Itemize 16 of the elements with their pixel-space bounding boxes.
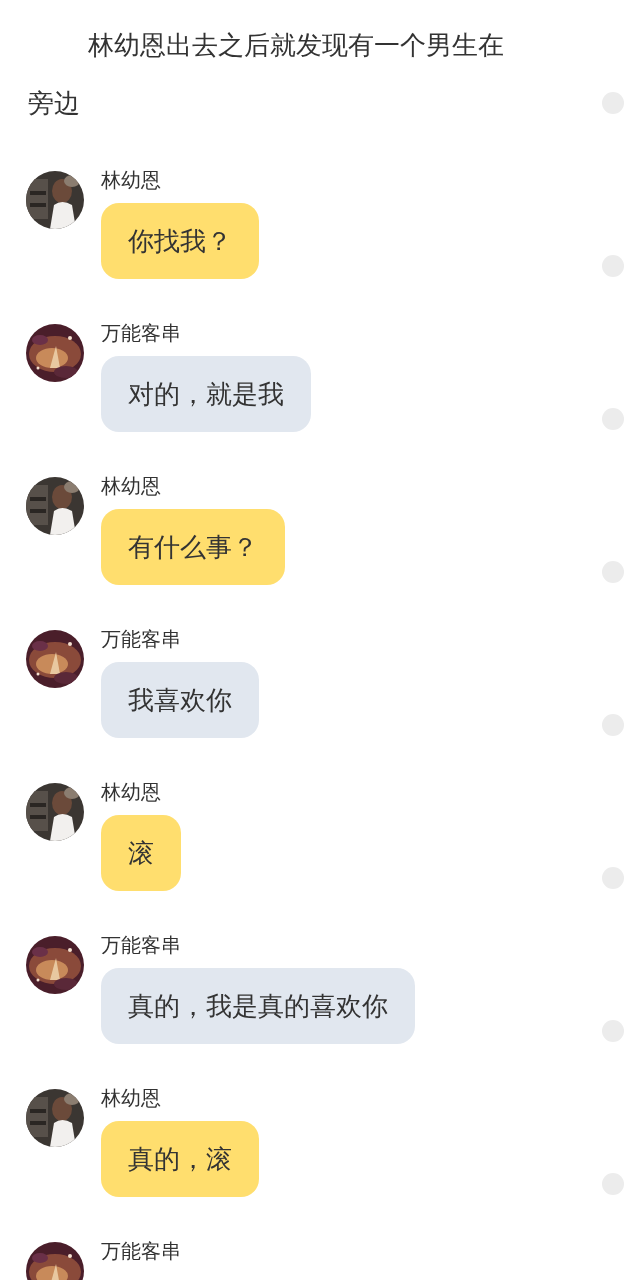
- speaker-name: 林幼恩: [101, 780, 161, 804]
- narration-text: 林幼恩出去之后就发现有一个男生在旁边: [28, 29, 505, 120]
- message-bubble: 滚: [101, 815, 181, 891]
- speaker-name: 林幼恩: [101, 474, 161, 498]
- speaker-name: 万能客串: [101, 321, 181, 345]
- message-bubble: 有什么事？: [101, 509, 285, 585]
- speaker-name: 林幼恩: [101, 1086, 161, 1110]
- message-bubble: 我喜欢你: [101, 662, 259, 738]
- speaker-name: 林幼恩: [101, 168, 161, 192]
- speaker-name: 万能客串: [101, 933, 181, 957]
- message-bubble: 真的，滚: [101, 1121, 259, 1197]
- message-bubble: 对的，就是我: [101, 356, 311, 432]
- message-bubble: 真的，我是真的喜欢你: [101, 968, 415, 1044]
- message-bubble: 你找我？: [101, 203, 259, 279]
- speaker-name: 万能客串: [101, 1239, 181, 1263]
- speaker-name: 万能客串: [101, 627, 181, 651]
